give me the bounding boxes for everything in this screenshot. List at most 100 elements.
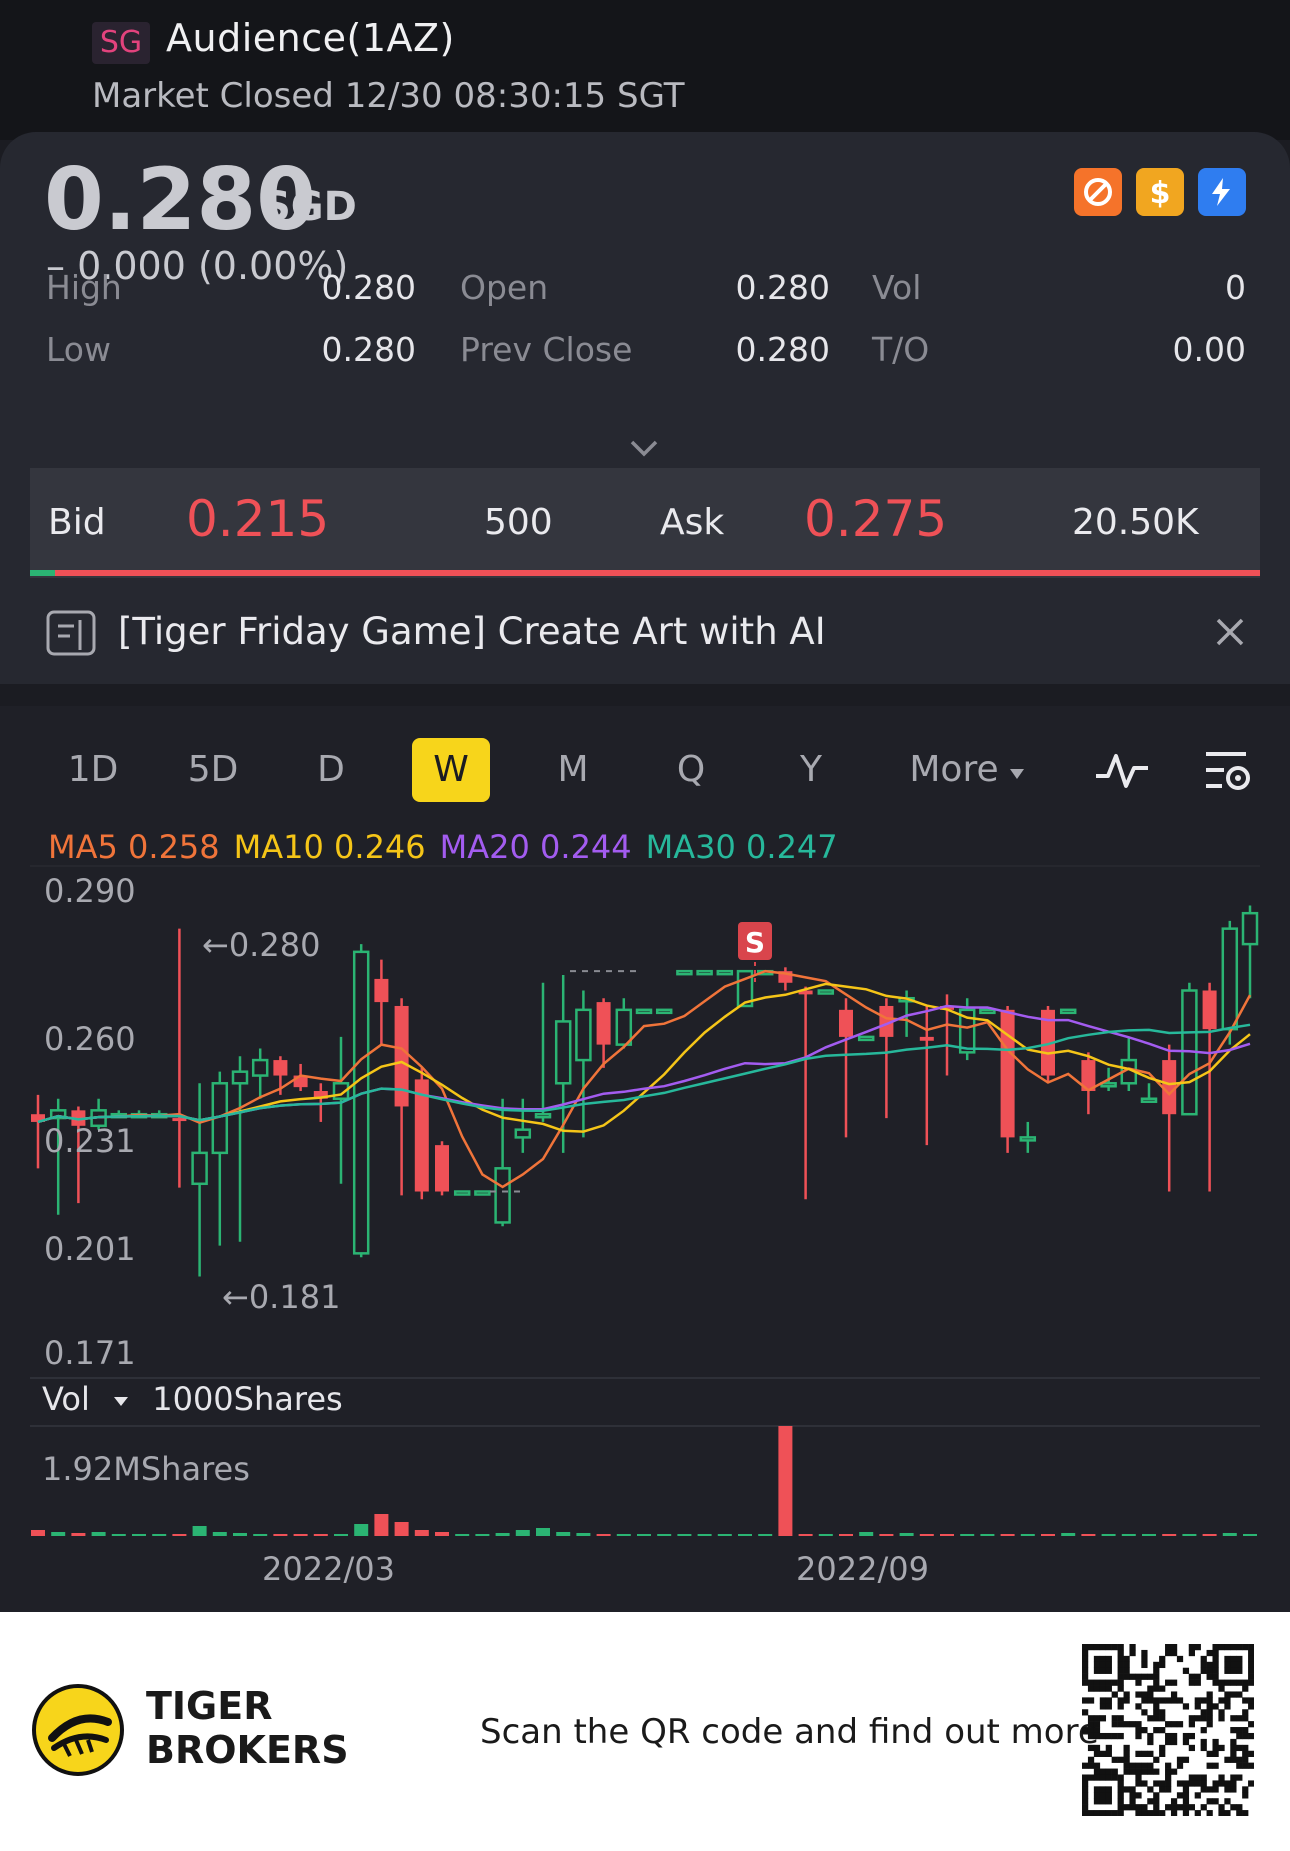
market-status: Market Closed 12/30 08:30:15 SGT [92, 76, 685, 116]
volume-bar [354, 1524, 369, 1536]
volume-bar [51, 1532, 66, 1536]
candle-body [1019, 1136, 1037, 1142]
volume-bar [879, 1534, 894, 1536]
volume-bar [657, 1534, 672, 1536]
volume-bar [152, 1534, 167, 1536]
candle-body [596, 1002, 611, 1045]
candle-body [696, 969, 713, 976]
candle-body [1162, 1060, 1177, 1115]
candle-body [352, 950, 370, 1255]
candle-body [635, 1008, 653, 1015]
y-tick-label: 0.201 [44, 1230, 136, 1268]
high-marker: ←0.280 [202, 926, 320, 964]
volume-bar [111, 1534, 126, 1536]
currency: SGD [262, 184, 357, 230]
expand-chevron-icon[interactable] [626, 436, 662, 464]
dollar-icon[interactable]: $ [1136, 168, 1184, 216]
volume-bar [697, 1534, 712, 1536]
volume-dropdown-icon[interactable] [100, 1380, 152, 1418]
volume-bar [839, 1534, 853, 1536]
volume-bar [717, 1534, 732, 1536]
volume-bar [576, 1533, 591, 1536]
volume-bar [899, 1533, 914, 1536]
volume-bar [1101, 1534, 1116, 1536]
volume-bar [616, 1534, 631, 1536]
bid-ask-panel[interactable]: Bid 0.215 500 Ask 0.275 20.50K [30, 468, 1260, 578]
y-tick-label: 0.231 [44, 1122, 136, 1160]
stat-turnover-label: T/O [872, 330, 930, 369]
candle-body [453, 1190, 471, 1196]
stat-vol-label: Vol [872, 268, 922, 307]
volume-bar [172, 1534, 187, 1536]
stock-name[interactable]: Audience(1AZ) [166, 16, 455, 60]
ask-ratio-bar [55, 570, 1260, 576]
stat-prev-close-label: Prev Close [460, 330, 633, 369]
candle-body [839, 1009, 853, 1037]
promo-banner[interactable]: [Tiger Friday Game] Create Art with AI [0, 588, 1290, 682]
candle-body [435, 1145, 449, 1192]
no-short-icon[interactable] [1074, 168, 1122, 216]
volume-bar [192, 1526, 207, 1536]
volume-bar [1162, 1534, 1177, 1536]
volume-bar [1243, 1534, 1257, 1536]
volume-bar [132, 1534, 146, 1536]
stat-high-label: High [46, 268, 122, 307]
volume-label: Vol [42, 1380, 90, 1418]
candle-body [1000, 1009, 1015, 1138]
candle-body [979, 1008, 996, 1015]
candle-body [1140, 1097, 1158, 1103]
volume-unit: 1000Shares [152, 1380, 343, 1418]
ask-quantity: 20.50K [1072, 502, 1199, 543]
volume-bar [293, 1534, 308, 1536]
volume-bar [536, 1528, 550, 1536]
stat-turnover-value: 0.00 [1172, 330, 1246, 369]
ask-label: Ask [660, 502, 725, 543]
volume-bar [596, 1534, 611, 1536]
volume-bar [273, 1534, 288, 1536]
bid-ratio-bar [30, 570, 55, 576]
volume-bar [455, 1534, 470, 1536]
volume-bar [1121, 1534, 1136, 1536]
stat-high-value: 0.280 [321, 268, 416, 307]
bid-label: Bid [48, 502, 106, 543]
volume-bar [1061, 1533, 1076, 1536]
candle-body [716, 969, 734, 976]
volume-bar [1081, 1534, 1096, 1536]
flash-icon[interactable] [1198, 168, 1246, 216]
volume-bar [313, 1534, 328, 1536]
volume-bar [475, 1534, 490, 1536]
volume-bar [414, 1530, 429, 1536]
volume-bar [1222, 1533, 1237, 1536]
volume-bar [1202, 1534, 1217, 1536]
volume-bar [71, 1533, 86, 1536]
volume-bar [91, 1532, 106, 1536]
volume-bar [1142, 1534, 1156, 1536]
chart-panel: 1D 5D D W M Q Y More MA5 0.258 MA10 0.246… [0, 706, 1290, 1612]
stat-prev-close-value: 0.280 [735, 330, 830, 369]
y-tick-label: 0.171 [44, 1334, 136, 1372]
close-icon[interactable] [1210, 612, 1250, 656]
volume-bar [818, 1534, 833, 1536]
volume-bar [495, 1533, 510, 1536]
volume-bar [435, 1532, 449, 1536]
volume-header[interactable]: Vol 1000Shares [42, 1380, 343, 1418]
candle-body [474, 1190, 491, 1196]
y-tick-label: 0.290 [44, 872, 136, 910]
footer-tagline: Scan the QR code and find out more [480, 1712, 1099, 1752]
volume-bar [758, 1534, 773, 1536]
candle-body [1202, 990, 1217, 1030]
candle-body [817, 989, 835, 995]
brand-line2: BROKERS [146, 1728, 349, 1772]
qr-code-icon[interactable] [1082, 1644, 1255, 1820]
candle-body [494, 1167, 511, 1224]
volume-bar [1182, 1534, 1197, 1536]
promo-text[interactable]: [Tiger Friday Game] Create Art with AI [118, 610, 826, 653]
volume-bar [798, 1534, 813, 1536]
x-axis-label: 2022/03 [262, 1550, 395, 1588]
stat-open-value: 0.280 [735, 268, 830, 307]
sell-signal-label: S [745, 926, 765, 959]
candle-body [191, 1151, 208, 1186]
candle-body [575, 1008, 592, 1062]
volume-bar [859, 1532, 874, 1536]
volume-bar [919, 1534, 934, 1536]
